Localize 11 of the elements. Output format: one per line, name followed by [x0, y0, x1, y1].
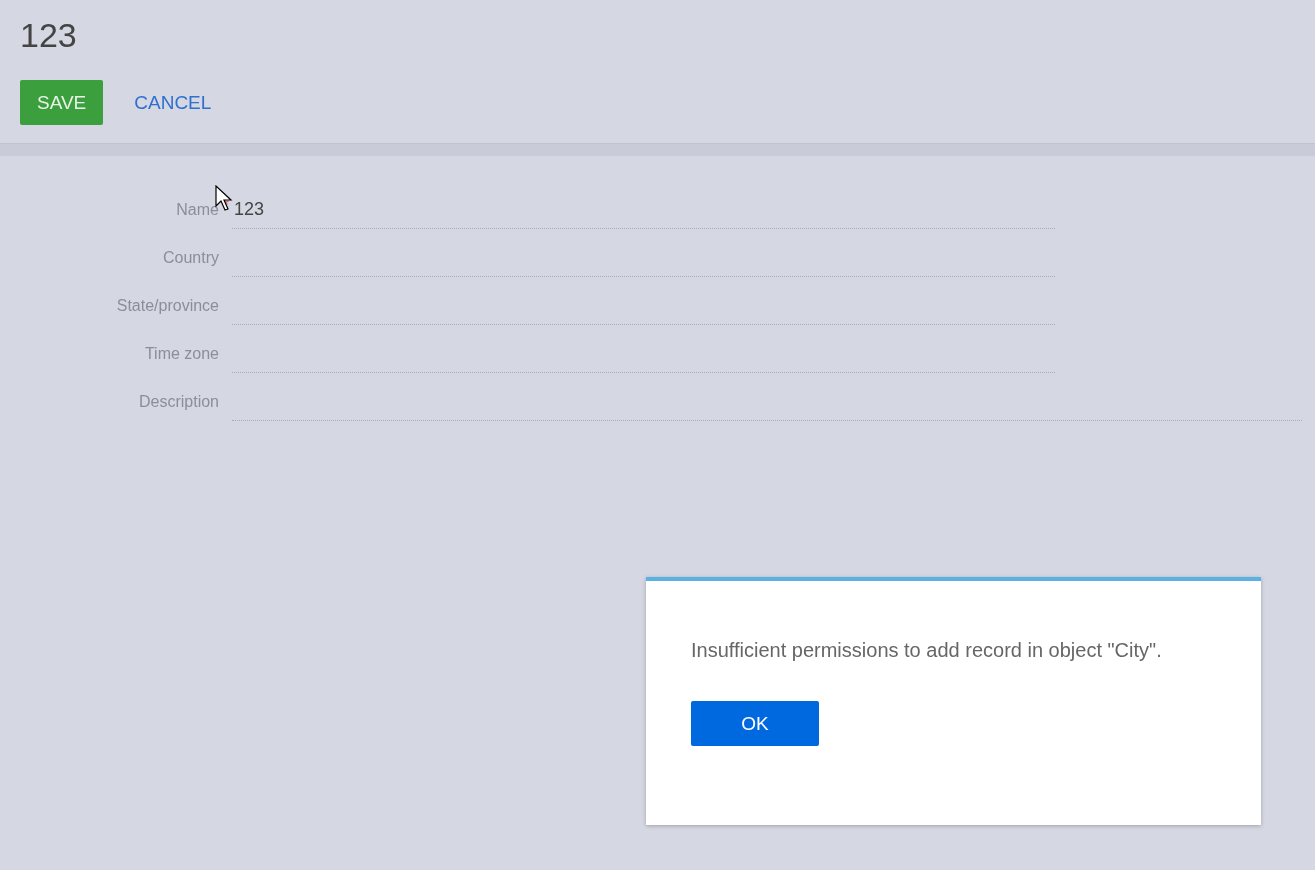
field-label: State/province [116, 297, 219, 314]
page-title: 123 [20, 15, 78, 56]
field-label: Country [162, 249, 219, 266]
cancel-link[interactable]: CANCEL [117, 80, 229, 125]
dialog-message: Insufficient permissions to add record in object "City". [691, 638, 1163, 663]
input-field[interactable]: 123 [232, 199, 1055, 229]
field-label: Description [138, 393, 219, 410]
field-label: Name [176, 201, 219, 218]
field-label: Time zone [144, 345, 219, 362]
ok-button[interactable]: OK [691, 701, 819, 746]
save-button[interactable]: SAVE [20, 80, 104, 125]
